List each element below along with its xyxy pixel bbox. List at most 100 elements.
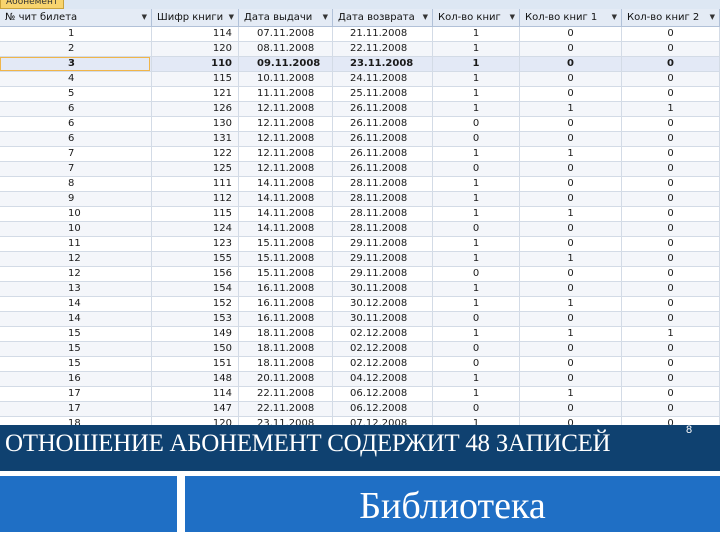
cell-books-count-2[interactable]: 0 — [622, 42, 720, 56]
cell-issue-date[interactable]: 18.11.2008 — [239, 342, 333, 356]
cell-card-number[interactable]: 15 — [0, 357, 152, 371]
cell-issue-date[interactable]: 12.11.2008 — [239, 117, 333, 131]
cell-card-number[interactable]: 17 — [0, 402, 152, 416]
cell-return-date[interactable]: 21.11.2008 — [333, 27, 433, 41]
table-row[interactable]: 4 115 10.11.2008 24.11.2008 1 0 0 — [0, 72, 720, 87]
dropdown-arrow-icon[interactable]: ▼ — [423, 9, 428, 26]
cell-books-count-2[interactable]: 0 — [622, 192, 720, 206]
table-row[interactable]: 16 148 20.11.2008 04.12.2008 1 0 0 — [0, 372, 720, 387]
table-row[interactable]: 12 155 15.11.2008 29.11.2008 1 1 0 — [0, 252, 720, 267]
cell-card-number[interactable]: 6 — [0, 117, 152, 131]
cell-return-date[interactable]: 26.11.2008 — [333, 162, 433, 176]
cell-books-count-2[interactable]: 1 — [622, 327, 720, 341]
table-row[interactable]: 15 150 18.11.2008 02.12.2008 0 0 0 — [0, 342, 720, 357]
cell-book-code[interactable]: 121 — [152, 87, 239, 101]
cell-books-count[interactable]: 0 — [433, 222, 520, 236]
cell-issue-date[interactable]: 08.11.2008 — [239, 42, 333, 56]
cell-return-date[interactable]: 04.12.2008 — [333, 372, 433, 386]
cell-return-date[interactable]: 30.11.2008 — [333, 312, 433, 326]
cell-card-number[interactable]: 15 — [0, 327, 152, 341]
cell-issue-date[interactable]: 09.11.2008 — [239, 57, 333, 71]
cell-issue-date[interactable]: 16.11.2008 — [239, 312, 333, 326]
table-row[interactable]: 3 110 09.11.2008 23.11.2008 1 0 0 — [0, 57, 720, 72]
cell-card-number[interactable]: 2 — [0, 42, 152, 56]
cell-books-count-2[interactable]: 0 — [622, 252, 720, 266]
cell-book-code[interactable]: 148 — [152, 372, 239, 386]
cell-issue-date[interactable]: 14.11.2008 — [239, 222, 333, 236]
cell-card-number[interactable]: 15 — [0, 342, 152, 356]
cell-card-number[interactable]: 8 — [0, 177, 152, 191]
cell-books-count-1[interactable]: 0 — [520, 27, 622, 41]
cell-book-code[interactable]: 120 — [152, 42, 239, 56]
cell-book-code[interactable]: 114 — [152, 387, 239, 401]
cell-return-date[interactable]: 28.11.2008 — [333, 222, 433, 236]
cell-books-count-2[interactable]: 0 — [622, 387, 720, 401]
cell-return-date[interactable]: 28.11.2008 — [333, 207, 433, 221]
cell-books-count-1[interactable]: 1 — [520, 387, 622, 401]
cell-book-code[interactable]: 123 — [152, 237, 239, 251]
table-row[interactable]: 6 130 12.11.2008 26.11.2008 0 0 0 — [0, 117, 720, 132]
column-header-issue-date[interactable]: Дата выдачи ▼ — [239, 9, 333, 26]
table-row[interactable]: 2 120 08.11.2008 22.11.2008 1 0 0 — [0, 42, 720, 57]
cell-books-count[interactable]: 0 — [433, 117, 520, 131]
cell-return-date[interactable]: 06.12.2008 — [333, 387, 433, 401]
cell-return-date[interactable]: 28.11.2008 — [333, 177, 433, 191]
cell-issue-date[interactable]: 14.11.2008 — [239, 192, 333, 206]
cell-issue-date[interactable]: 16.11.2008 — [239, 282, 333, 296]
cell-books-count-2[interactable]: 0 — [622, 87, 720, 101]
cell-book-code[interactable]: 110 — [152, 57, 239, 71]
cell-books-count[interactable]: 1 — [433, 297, 520, 311]
cell-books-count-2[interactable]: 0 — [622, 372, 720, 386]
cell-issue-date[interactable]: 16.11.2008 — [239, 297, 333, 311]
dropdown-arrow-icon[interactable]: ▼ — [612, 9, 617, 26]
cell-books-count[interactable]: 1 — [433, 207, 520, 221]
cell-return-date[interactable]: 22.11.2008 — [333, 42, 433, 56]
cell-books-count[interactable]: 0 — [433, 312, 520, 326]
cell-issue-date[interactable]: 07.11.2008 — [239, 27, 333, 41]
cell-book-code[interactable]: 130 — [152, 117, 239, 131]
cell-return-date[interactable]: 02.12.2008 — [333, 327, 433, 341]
cell-books-count-1[interactable]: 1 — [520, 252, 622, 266]
table-row[interactable]: 12 156 15.11.2008 29.11.2008 0 0 0 — [0, 267, 720, 282]
cell-books-count-1[interactable]: 0 — [520, 162, 622, 176]
cell-books-count-1[interactable]: 0 — [520, 372, 622, 386]
column-header-books-count-1[interactable]: Кол-во книг 1 ▼ — [520, 9, 622, 26]
cell-books-count-2[interactable]: 0 — [622, 312, 720, 326]
cell-card-number[interactable]: 12 — [0, 267, 152, 281]
cell-issue-date[interactable]: 15.11.2008 — [239, 267, 333, 281]
cell-issue-date[interactable]: 20.11.2008 — [239, 372, 333, 386]
cell-books-count[interactable]: 1 — [433, 147, 520, 161]
cell-return-date[interactable]: 26.11.2008 — [333, 102, 433, 116]
table-row[interactable]: 7 122 12.11.2008 26.11.2008 1 1 0 — [0, 147, 720, 162]
table-row[interactable]: 10 115 14.11.2008 28.11.2008 1 1 0 — [0, 207, 720, 222]
table-row[interactable]: 15 149 18.11.2008 02.12.2008 1 1 1 — [0, 327, 720, 342]
cell-books-count[interactable]: 1 — [433, 387, 520, 401]
cell-books-count-1[interactable]: 0 — [520, 342, 622, 356]
cell-card-number[interactable]: 6 — [0, 102, 152, 116]
cell-issue-date[interactable]: 14.11.2008 — [239, 177, 333, 191]
cell-book-code[interactable]: 149 — [152, 327, 239, 341]
cell-book-code[interactable]: 154 — [152, 282, 239, 296]
table-row[interactable]: 14 152 16.11.2008 30.12.2008 1 1 0 — [0, 297, 720, 312]
table-row[interactable]: 17 147 22.11.2008 06.12.2008 0 0 0 — [0, 402, 720, 417]
cell-book-code[interactable]: 156 — [152, 267, 239, 281]
cell-books-count-2[interactable]: 0 — [622, 237, 720, 251]
cell-issue-date[interactable]: 18.11.2008 — [239, 357, 333, 371]
cell-book-code[interactable]: 115 — [152, 72, 239, 86]
cell-books-count-1[interactable]: 1 — [520, 297, 622, 311]
cell-books-count-2[interactable]: 0 — [622, 147, 720, 161]
dropdown-arrow-icon[interactable]: ▼ — [142, 9, 147, 26]
cell-books-count-2[interactable]: 0 — [622, 27, 720, 41]
cell-books-count-1[interactable]: 0 — [520, 237, 622, 251]
cell-books-count-1[interactable]: 0 — [520, 177, 622, 191]
cell-return-date[interactable]: 29.11.2008 — [333, 267, 433, 281]
cell-return-date[interactable]: 02.12.2008 — [333, 357, 433, 371]
cell-card-number[interactable]: 10 — [0, 222, 152, 236]
column-header-books-count-2[interactable]: Кол-во книг 2 ▼ — [622, 9, 720, 26]
cell-books-count-1[interactable]: 0 — [520, 192, 622, 206]
cell-books-count[interactable]: 1 — [433, 177, 520, 191]
cell-books-count-2[interactable]: 0 — [622, 117, 720, 131]
cell-books-count[interactable]: 1 — [433, 372, 520, 386]
cell-books-count-2[interactable]: 0 — [622, 282, 720, 296]
cell-book-code[interactable]: 131 — [152, 132, 239, 146]
